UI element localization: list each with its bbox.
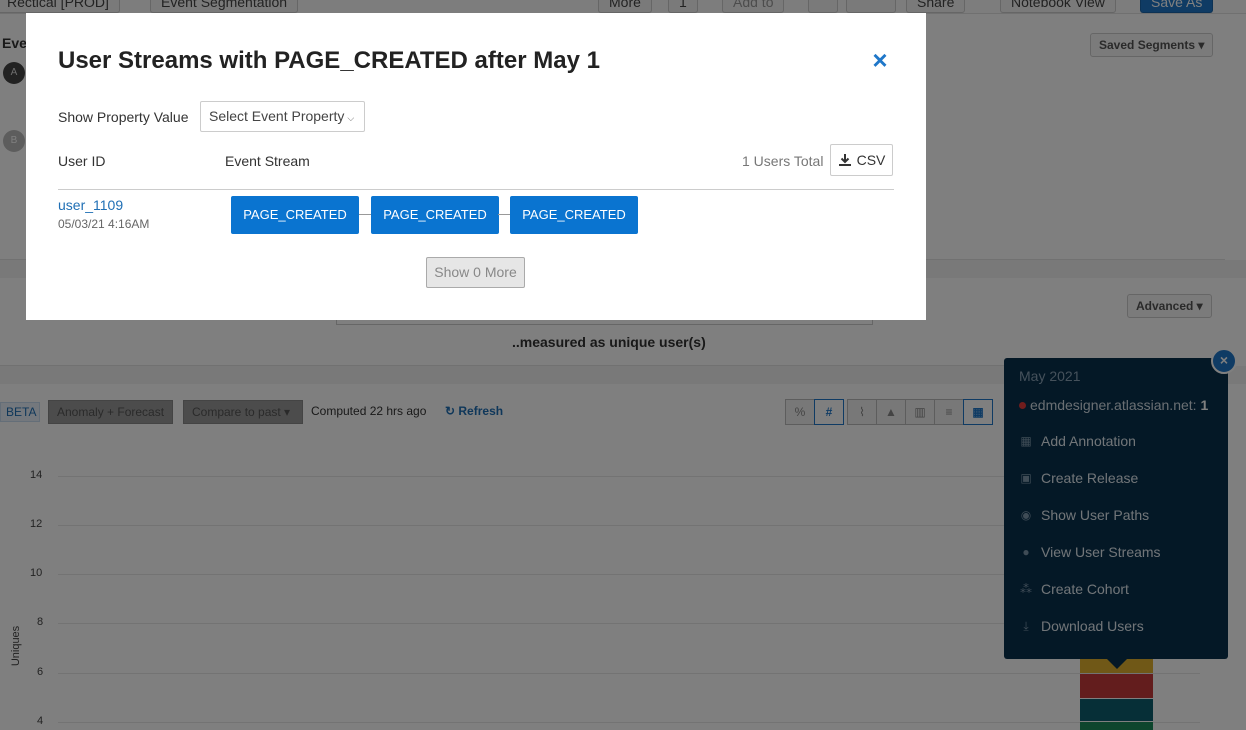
event-pill[interactable]: PAGE_CREATED bbox=[231, 196, 359, 234]
csv-download-button[interactable]: CSV bbox=[830, 144, 893, 176]
event-pill[interactable]: PAGE_CREATED bbox=[510, 196, 638, 234]
chevron-down-icon: ⌵ bbox=[347, 113, 355, 123]
download-icon bbox=[838, 154, 851, 166]
show-property-label: Show Property Value bbox=[58, 109, 189, 125]
users-total-count: 1 Users Total bbox=[742, 153, 824, 169]
event-pill[interactable]: PAGE_CREATED bbox=[371, 196, 499, 234]
stream-connector bbox=[498, 214, 510, 215]
event-property-select[interactable]: Select Event Property ⌵ bbox=[200, 101, 365, 132]
user-id-link[interactable]: user_1109 bbox=[58, 197, 123, 213]
user-streams-modal: User Streams with PAGE_CREATED after May… bbox=[26, 13, 926, 320]
user-timestamp: 05/03/21 4:16AM bbox=[58, 217, 150, 231]
header-divider bbox=[58, 189, 894, 190]
close-icon[interactable]: × bbox=[869, 47, 891, 73]
event-stream-header: Event Stream bbox=[225, 153, 310, 169]
modal-title: User Streams with PAGE_CREATED after May… bbox=[58, 47, 600, 74]
show-more-button[interactable]: Show 0 More bbox=[426, 257, 525, 288]
stream-connector bbox=[359, 214, 371, 215]
user-id-header: User ID bbox=[58, 153, 106, 169]
